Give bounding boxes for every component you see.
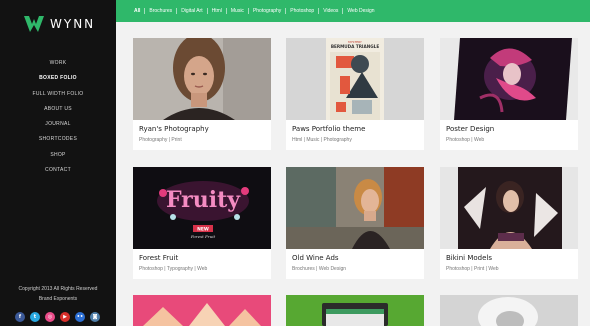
nav-item-work[interactable]: WORK <box>0 56 116 71</box>
portfolio-thumbnail[interactable] <box>440 38 578 120</box>
card-title[interactable]: Paws Portfolio theme <box>292 125 365 133</box>
card-tags: Photoshop | Typography | Web <box>139 266 208 272</box>
bw-portrait-image <box>440 295 578 326</box>
youtube-icon[interactable]: ▶ <box>60 312 70 322</box>
wynn-logo-icon <box>24 16 44 32</box>
card-tags: Photoshop | Print | Web <box>446 266 499 272</box>
filter-videos[interactable]: Videos <box>318 8 342 14</box>
card-title[interactable]: Bikini Models <box>446 254 492 262</box>
portfolio-thumbnail[interactable] <box>440 167 578 249</box>
street-photo-image <box>286 167 424 249</box>
portfolio-card[interactable] <box>133 295 271 326</box>
portfolio-card[interactable] <box>286 295 424 326</box>
device-mockup-image <box>286 295 424 326</box>
filter-all[interactable]: All <box>134 8 144 14</box>
poster-header-text: BERMUDA TRIANGLE <box>331 44 380 49</box>
brand-text: Brand Exponents <box>38 296 78 302</box>
nav-item-about-us[interactable]: ABOUT US <box>0 102 116 117</box>
card-tags: Photography | Print <box>139 137 182 143</box>
twitter-icon[interactable]: t <box>30 312 40 322</box>
card-tags: Brochures | Web Design <box>292 266 347 272</box>
portfolio-card[interactable]: Poster Design Photoshop | Web <box>440 38 578 150</box>
nav-item-journal[interactable]: JOURNAL <box>0 117 116 132</box>
forest-word-text: Fruity <box>166 187 241 213</box>
copyright-text: Copyright 2013 All Rights Reserved <box>18 286 98 292</box>
portfolio-thumbnail[interactable] <box>286 167 424 249</box>
model-photo-image <box>440 167 578 249</box>
portfolio-card[interactable]: Old Wine Ads Brochures | Web Design <box>286 167 424 279</box>
filter-html[interactable]: Html <box>206 8 226 14</box>
filter-photography[interactable]: Photography <box>247 8 285 14</box>
flickr-icon[interactable]: •• <box>75 312 85 322</box>
forest-badge-text: NEW <box>197 227 209 233</box>
portfolio-thumbnail[interactable]: Fruity NEW Forest Fruit <box>133 167 271 249</box>
portfolio-card[interactable]: Bikini Models Photoshop | Print | Web <box>440 167 578 279</box>
instagram-icon[interactable]: ◙ <box>90 312 100 322</box>
filter-photoshop[interactable]: Photoshop <box>285 8 318 14</box>
sidebar: WYNN WORK BOXED FOLIO FULL WIDTH FOLIO A… <box>0 0 116 326</box>
nav-item-shop[interactable]: SHOP <box>0 148 116 163</box>
forest-fruit-image: Fruity NEW Forest Fruit <box>133 167 271 249</box>
portfolio-thumbnail[interactable]: MYSTERY BERMUDA TRIANGLE <box>286 38 424 120</box>
filter-bar: All Brochures Digital Art Html Music Pho… <box>116 0 590 22</box>
poster-art-image <box>440 38 578 120</box>
filter-brochures[interactable]: Brochures <box>144 8 176 14</box>
typography-art-image <box>133 295 271 326</box>
facebook-icon[interactable]: f <box>15 312 25 322</box>
nav-item-contact[interactable]: CONTACT <box>0 163 116 178</box>
portfolio-card[interactable]: Fruity NEW Forest Fruit Forest Fruit Pho… <box>133 167 271 279</box>
portfolio-thumbnail[interactable] <box>286 295 424 326</box>
forest-sub-text: Forest Fruit <box>190 234 216 239</box>
portrait-photo-image <box>133 38 271 120</box>
social-links: f t ◎ ▶ •• ◙ <box>15 312 100 322</box>
card-title[interactable]: Ryan's Photography <box>139 125 209 133</box>
dribbble-icon[interactable]: ◎ <box>45 312 55 322</box>
portfolio-thumbnail[interactable] <box>133 38 271 120</box>
poster-image: MYSTERY BERMUDA TRIANGLE <box>286 38 424 120</box>
card-tags: Photoshop | Web <box>446 137 485 143</box>
main-nav: WORK BOXED FOLIO FULL WIDTH FOLIO ABOUT … <box>0 56 116 178</box>
logo-text: WYNN <box>50 17 96 31</box>
card-title[interactable]: Old Wine Ads <box>292 254 339 262</box>
site-logo[interactable]: WYNN <box>24 16 95 32</box>
portfolio-card[interactable]: MYSTERY BERMUDA TRIANGLE Paws Portfolio … <box>286 38 424 150</box>
portfolio-card[interactable] <box>440 295 578 326</box>
filter-digital-art[interactable]: Digital Art <box>176 8 206 14</box>
portfolio-card[interactable]: Ryan's Photography Photography | Print <box>133 38 271 150</box>
card-title[interactable]: Forest Fruit <box>139 254 178 262</box>
filter-web-design[interactable]: Web Design <box>342 8 378 14</box>
filter-music[interactable]: Music <box>225 8 248 14</box>
nav-item-boxed-folio[interactable]: BOXED FOLIO <box>0 71 116 86</box>
nav-item-shortcodes[interactable]: SHORTCODES <box>0 132 116 147</box>
portfolio-thumbnail[interactable] <box>133 295 271 326</box>
card-title[interactable]: Poster Design <box>446 125 494 133</box>
portfolio-thumbnail[interactable] <box>440 295 578 326</box>
card-tags: Html | Music | Photography <box>292 137 352 143</box>
nav-item-full-width-folio[interactable]: FULL WIDTH FOLIO <box>0 87 116 102</box>
